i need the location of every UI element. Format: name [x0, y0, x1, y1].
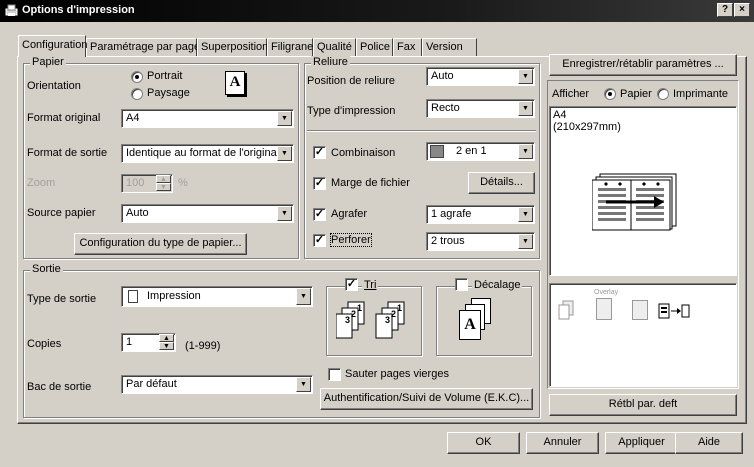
tri-number: 1 [357, 303, 362, 313]
afficher-label: Afficher [552, 88, 590, 100]
tri-collate-icon: 1 2 3 1 2 3 [336, 301, 405, 339]
format-sortie-label: Format de sortie [27, 147, 108, 159]
sauter-checkbox[interactable] [328, 368, 341, 381]
chevron-down-icon: ▼ [277, 146, 292, 161]
chevron-down-icon: ▼ [518, 207, 533, 222]
type-sortie-select[interactable]: Impression ▼ [121, 286, 313, 307]
tri-checkbox[interactable]: ✓ [345, 278, 358, 291]
preview-paper-size: A4 [553, 109, 567, 121]
papier-radio[interactable] [604, 88, 616, 100]
reliure-group-title: Reliure [311, 56, 350, 68]
decalage-checkbox[interactable] [455, 278, 468, 291]
reliure-group [304, 63, 540, 259]
authentification-button[interactable]: Authentification/Suivi de Volume (E.K.C)… [320, 388, 533, 410]
paysage-label: Paysage [147, 87, 190, 99]
source-papier-select[interactable]: Auto ▼ [121, 204, 294, 223]
tri-number: 3 [385, 315, 390, 325]
format-original-select[interactable]: A4 ▼ [121, 109, 294, 128]
chevron-down-icon: ▼ [296, 288, 311, 305]
orientation-label: Orientation [27, 80, 81, 92]
portrait-label: Portrait [147, 70, 183, 82]
format-sortie-select[interactable]: Identique au format de l'original ▼ [121, 144, 294, 163]
combinaison-label: Combinaison [331, 147, 396, 159]
config-type-papier-button[interactable]: Configuration du type de papier... [74, 233, 247, 255]
papier-radio-label: Papier [620, 88, 652, 100]
decalage-label: Décalage [472, 279, 523, 291]
agrafer-label: Agrafer [331, 208, 368, 220]
marge-label: Marge de fichier [331, 177, 410, 189]
chevron-down-icon: ▼ [518, 234, 533, 249]
aide-button[interactable]: Aide [675, 432, 743, 454]
document-icon [128, 290, 138, 303]
tri-number: 2 [351, 309, 356, 319]
copies-label: Copies [27, 338, 62, 350]
booklet-preview-icon [592, 173, 677, 231]
sortie-group-title: Sortie [30, 263, 63, 275]
source-papier-label: Source papier [27, 207, 96, 219]
overlay-icon: Overlay [594, 289, 618, 320]
agrafer-select[interactable]: 1 agrafe ▼ [426, 205, 535, 224]
copies-range: (1-999) [185, 340, 221, 352]
position-reliure-select[interactable]: Auto ▼ [426, 67, 535, 86]
type-sortie-label: Type de sortie [27, 293, 97, 305]
combinaison-checkbox[interactable]: ✓ [313, 146, 326, 159]
paper-preview: A4 (210x297mm) [549, 106, 737, 276]
function-icons-area: Overlay [549, 283, 737, 387]
annuler-button[interactable]: Annuler [526, 432, 599, 454]
tri-number: 1 [397, 303, 402, 313]
chevron-down-icon: ▼ [518, 69, 533, 84]
reset-defaults-button[interactable]: Rétbl par. deft [549, 394, 737, 416]
preview-paper-dims: (210x297mm) [553, 121, 621, 133]
paysage-radio[interactable] [131, 88, 143, 100]
bac-sortie-label: Bac de sortie [27, 381, 92, 393]
perforer-select[interactable]: 2 trous ▼ [426, 232, 535, 251]
tri-number: 3 [345, 315, 350, 325]
pages-icon [558, 300, 574, 320]
spin-down-icon: ▼ [159, 342, 174, 350]
details-button[interactable]: Détails... [468, 172, 535, 194]
chevron-down-icon: ▼ [518, 101, 533, 116]
chevron-down-icon: ▼ [296, 377, 311, 392]
content-layer: Papier Orientation Portrait Paysage A Fo… [0, 0, 754, 467]
decalage-icon: A [459, 310, 481, 340]
appliquer-button[interactable]: Appliquer [605, 432, 678, 454]
agrafer-checkbox[interactable]: ✓ [313, 208, 326, 221]
papier-group-title: Papier [30, 56, 66, 68]
ok-button[interactable]: OK [447, 432, 520, 454]
sauter-label: Sauter pages vierges [345, 368, 449, 380]
position-reliure-label: Position de reliure [307, 75, 396, 87]
format-original-label: Format original [27, 112, 101, 124]
watermark-icon [632, 300, 648, 320]
imprimante-radio-label: Imprimante [673, 88, 729, 100]
type-impression-label: Type d'impression [307, 105, 396, 117]
orientation-preview-icon: A [225, 71, 245, 95]
zoom-spinner[interactable]: 100 ▲ ▼ [121, 174, 173, 193]
chevron-down-icon: ▼ [277, 206, 292, 221]
portrait-radio[interactable] [131, 71, 143, 83]
perforer-checkbox[interactable]: ✓ [313, 234, 326, 247]
combinaison-icon [430, 145, 444, 158]
spin-up-icon: ▲ [159, 334, 174, 342]
zoom-label: Zoom [27, 177, 56, 189]
chevron-down-icon: ▼ [277, 111, 292, 126]
chevron-down-icon: ▼ [518, 144, 533, 159]
staple-output-icon [658, 303, 690, 319]
reliure-divider [307, 130, 536, 132]
combinaison-select[interactable]: 2 en 1 ▼ [426, 142, 535, 161]
spin-up-icon: ▲ [156, 175, 171, 183]
marge-checkbox[interactable]: ✓ [313, 177, 326, 190]
bac-sortie-select[interactable]: Par défaut ▼ [121, 375, 313, 394]
spin-down-icon: ▼ [156, 183, 171, 191]
perforer-label: Perforer [330, 233, 372, 247]
copies-spinner[interactable]: 1 ▲ ▼ [121, 333, 176, 352]
tri-number: 2 [391, 309, 396, 319]
save-settings-button[interactable]: Enregistrer/rétablir paramètres ... [549, 54, 737, 76]
imprimante-radio[interactable] [657, 88, 669, 100]
zoom-unit: % [178, 177, 188, 189]
type-impression-select[interactable]: Recto ▼ [426, 99, 535, 118]
tri-label: Tri [362, 279, 379, 291]
